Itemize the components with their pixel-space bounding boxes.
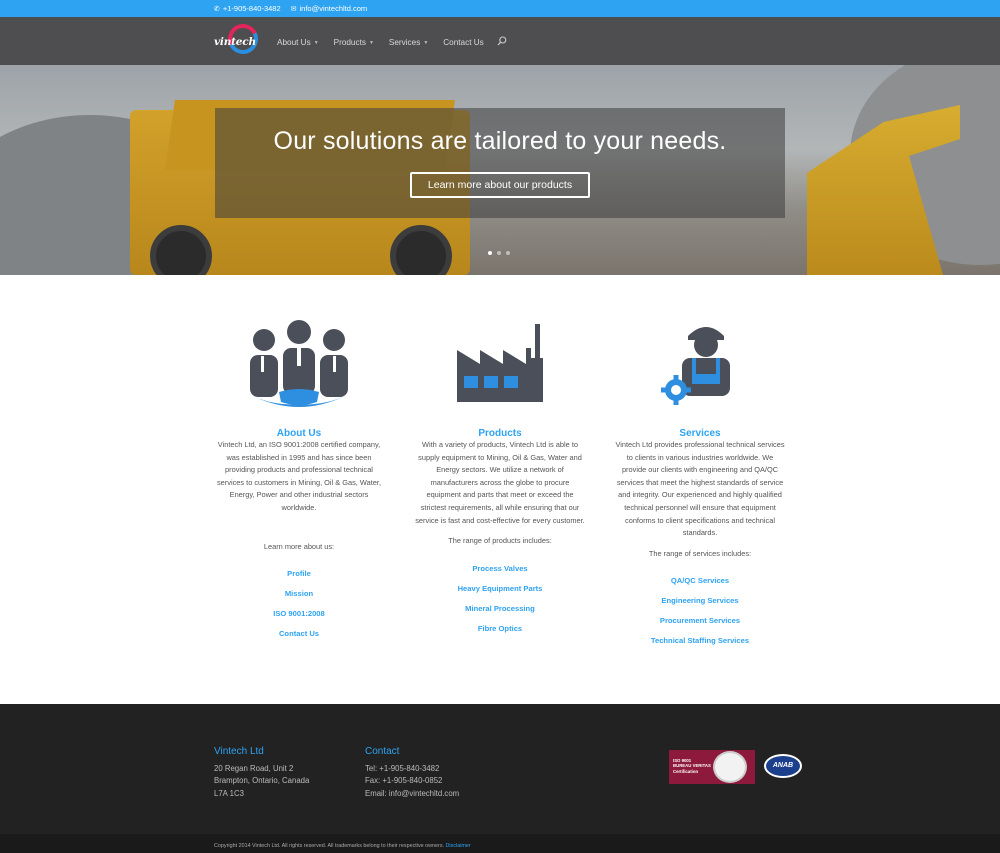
chevron-down-icon: ▼ xyxy=(368,39,374,46)
people-group-icon xyxy=(213,318,385,410)
about-link-contact[interactable]: Contact Us xyxy=(213,626,385,646)
hero-cta-button[interactable]: Learn more about our products xyxy=(410,172,590,198)
footer-company: Vintech Ltd 20 Regan Road, Unit 2 Brampt… xyxy=(214,746,309,800)
anab-badge: ANAB xyxy=(764,754,802,778)
copyright-bar: Copyright 2014 Vintech Ltd. All rights r… xyxy=(0,834,1000,853)
services-links: QA/QC Services Engineering Services Proc… xyxy=(614,573,786,653)
nav-products-label: Products xyxy=(333,38,366,47)
services-range-label: The range of services includes: xyxy=(648,548,752,558)
about-link-iso[interactable]: ISO 9001:2008 xyxy=(213,606,385,626)
badge-text: ISO 9001 BUREAU VERITAS Certification xyxy=(669,750,713,784)
footer-address-line: 20 Regan Road, Unit 2 xyxy=(214,763,294,773)
site-logo[interactable]: vintech xyxy=(214,19,263,59)
hero-headline: Our solutions are tailored to your needs… xyxy=(273,127,727,155)
services-column: Services Vintech Ltd provides profession… xyxy=(614,318,786,653)
footer-fax: Fax: +1-905-840-0852 xyxy=(365,776,443,785)
phone-icon: ✆ xyxy=(214,5,220,13)
services-link-engineering[interactable]: Engineering Services xyxy=(614,593,786,613)
products-range-label: The range of products includes: xyxy=(448,536,552,546)
chevron-down-icon: ▼ xyxy=(313,39,319,46)
envelope-icon: ✉ xyxy=(290,5,297,13)
about-links: Profile Mission ISO 9001:2008 Contact Us xyxy=(213,566,385,646)
chevron-down-icon: ▼ xyxy=(423,39,429,46)
top-phone[interactable]: ✆ +1-905-840-3482 xyxy=(214,4,281,13)
top-email-text: info@vintechltd.com xyxy=(299,4,368,13)
slider-dot[interactable] xyxy=(506,251,510,255)
engineer-gear-icon xyxy=(614,318,786,410)
bureau-veritas-badge: ISO 9001 BUREAU VERITAS Certification xyxy=(669,750,755,784)
products-title: Products xyxy=(478,428,522,439)
products-link-heavy-parts[interactable]: Heavy Equipment Parts xyxy=(414,581,586,601)
services-link-qaqc[interactable]: QA/QC Services xyxy=(614,573,786,593)
certification-seal-icon xyxy=(713,751,747,783)
copyright-text: Copyright 2014 Vintech Ltd. All rights r… xyxy=(214,843,445,849)
nav-services[interactable]: Services ▼ xyxy=(389,38,428,47)
search-icon[interactable] xyxy=(497,36,507,49)
services-body: Vintech Ltd provides professional techni… xyxy=(615,440,785,538)
top-bar: ✆ +1-905-840-3482 ✉ info@vintechltd.com xyxy=(0,0,1000,17)
nav-about-us-label: About Us xyxy=(277,38,311,47)
footer-tel[interactable]: Tel: +1-905-840-3482 xyxy=(365,763,459,776)
footer-contact: Contact Tel: +1-905-840-3482 Fax: +1-905… xyxy=(365,746,459,800)
badge-line: Certification xyxy=(673,768,699,774)
products-body: With a variety of products, Vintech Ltd … xyxy=(415,440,585,525)
about-body: Vintech Ltd, an ISO 9001:2008 certified … xyxy=(216,440,381,512)
about-link-mission[interactable]: Mission xyxy=(213,586,385,606)
top-phone-text: +1-905-840-3482 xyxy=(222,4,281,13)
hero-caption-overlay xyxy=(215,108,785,218)
about-title: About Us xyxy=(276,428,322,439)
footer-email[interactable]: Email: info@vintechltd.com xyxy=(365,788,459,801)
slider-dot[interactable] xyxy=(488,251,492,255)
nav-services-label: Services xyxy=(388,38,421,47)
about-learn-label: Learn more about us: xyxy=(263,541,335,551)
factory-icon xyxy=(414,318,586,410)
site-header: vintech About Us ▼ Products ▼ Services ▼… xyxy=(0,17,1000,65)
disclaimer-link[interactable]: Disclaimer xyxy=(446,843,471,849)
footer-address-line: L7A 1C3 xyxy=(214,788,244,798)
nav-contact-us[interactable]: Contact Us xyxy=(443,38,484,47)
footer-company-title: Vintech Ltd xyxy=(214,746,264,757)
about-link-profile[interactable]: Profile xyxy=(213,566,385,586)
services-link-staffing[interactable]: Technical Staffing Services xyxy=(614,633,786,653)
products-links: Process Valves Heavy Equipment Parts Min… xyxy=(414,561,586,641)
nav-about-us[interactable]: About Us ▼ xyxy=(277,38,319,47)
slider-dots xyxy=(488,251,510,255)
services-link-procurement[interactable]: Procurement Services xyxy=(614,613,786,633)
about-column: About Us Vintech Ltd, an ISO 9001:2008 c… xyxy=(213,318,385,646)
nav-products[interactable]: Products ▼ xyxy=(334,38,374,47)
products-link-mineral[interactable]: Mineral Processing xyxy=(414,601,586,621)
products-column: Products With a variety of products, Vin… xyxy=(414,318,586,641)
logo-text: vintech xyxy=(214,36,256,48)
footer-contact-title: Contact xyxy=(365,746,400,757)
footer-address-line: Brampton, Ontario, Canada xyxy=(214,776,310,785)
hero-slider: Our solutions are tailored to your needs… xyxy=(0,65,1000,275)
main-nav: About Us ▼ Products ▼ Services ▼ Contact… xyxy=(277,36,507,49)
products-link-valves[interactable]: Process Valves xyxy=(414,561,586,581)
services-title: Services xyxy=(679,428,721,439)
top-email[interactable]: ✉ info@vintechltd.com xyxy=(291,4,368,13)
site-footer: Vintech Ltd 20 Regan Road, Unit 2 Brampt… xyxy=(0,704,1000,834)
nav-contact-us-label: Contact Us xyxy=(443,38,484,47)
slider-dot[interactable] xyxy=(497,251,501,255)
products-link-fibre[interactable]: Fibre Optics xyxy=(414,621,586,641)
